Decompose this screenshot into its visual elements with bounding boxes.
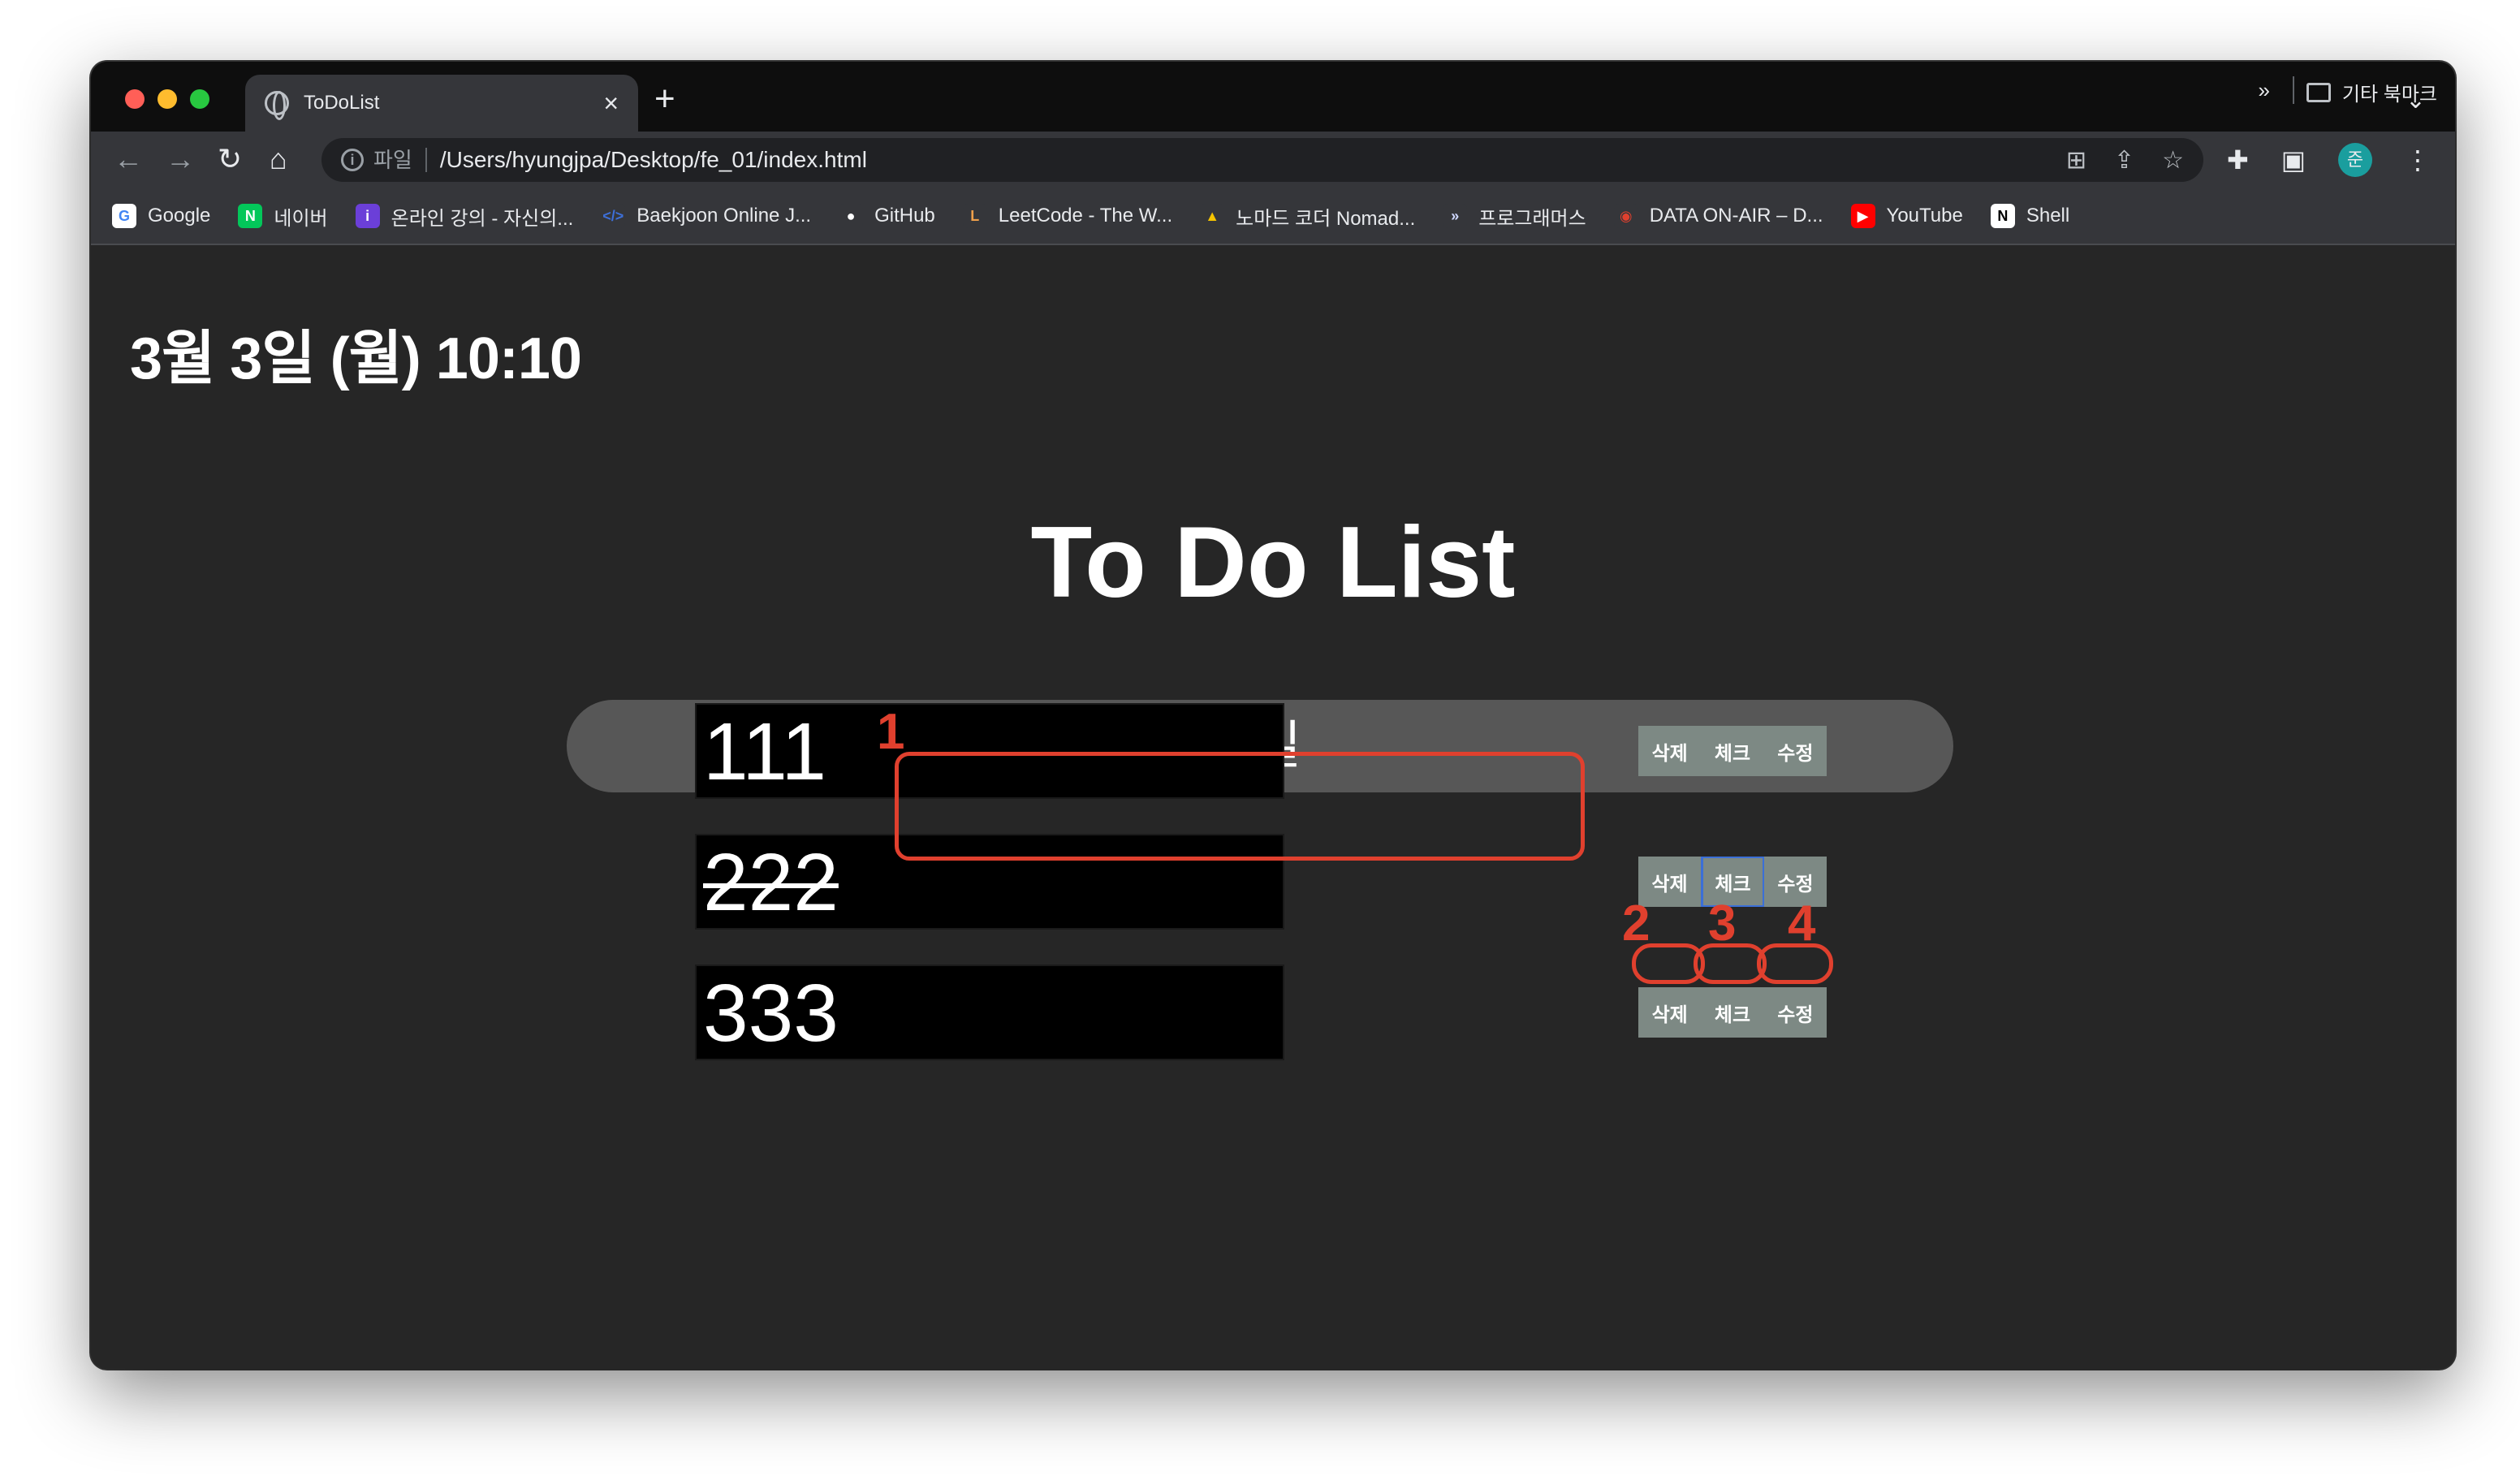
bookmark-favicon-icon: L bbox=[962, 204, 987, 228]
todo-item: 333 bbox=[695, 965, 1284, 1060]
bookmark-favicon-icon: G bbox=[112, 204, 136, 228]
bookmark-label: 프로그래머스 bbox=[1478, 207, 1586, 230]
forward-arrow-icon[interactable]: → bbox=[166, 143, 195, 175]
page-title: To Do List bbox=[1030, 507, 1516, 619]
globe-icon bbox=[265, 91, 289, 120]
profile-avatar[interactable]: 준 bbox=[2338, 143, 2372, 177]
minimize-window-button[interactable] bbox=[158, 89, 177, 109]
translate-icon[interactable]: ⊞ bbox=[2066, 146, 2086, 175]
close-window-button[interactable] bbox=[125, 89, 145, 109]
other-bookmarks-label: 기타 북마크 bbox=[2341, 84, 2437, 106]
todo-item-text: 222 bbox=[703, 837, 839, 928]
bookmark-label: 네이버 bbox=[274, 207, 328, 230]
bookmark-label: 온라인 강의 - 자신의... bbox=[391, 207, 574, 230]
delete-button[interactable]: 삭제 bbox=[1638, 987, 1701, 1038]
site-info-icon[interactable]: i bbox=[341, 149, 364, 171]
home-icon[interactable]: ⌂ bbox=[270, 143, 287, 175]
bookmark-label: 노마드 코더 Nomad... bbox=[1236, 207, 1416, 230]
browser-window: ToDoList × + ⌄ ← → ↻ ⌂ i 파일 /Users/hyung… bbox=[91, 62, 2455, 1369]
bookmarks-separator bbox=[2293, 76, 2294, 104]
bookmark-favicon-icon: ● bbox=[839, 204, 864, 228]
annotation-number-4: 4 bbox=[1788, 896, 1816, 952]
todo-item-text: 111 bbox=[703, 706, 827, 797]
page-content: 3월 3일 (월) 10:10 To Do List + 111삭제체크수정22… bbox=[91, 245, 2455, 1369]
share-icon[interactable]: ⇪ bbox=[2114, 146, 2134, 175]
bookmark-favicon-icon: </> bbox=[601, 204, 626, 228]
bookmark-item[interactable]: » 프로그래머스 bbox=[1443, 202, 1586, 231]
back-arrow-icon[interactable]: ← bbox=[114, 143, 143, 175]
other-bookmarks-folder[interactable]: 기타 북마크 bbox=[2306, 78, 2437, 106]
delete-button[interactable]: 삭제 bbox=[1638, 726, 1701, 776]
bookmark-favicon-icon: N bbox=[1990, 204, 2015, 228]
bookmark-label: LeetCode - The W... bbox=[998, 205, 1173, 227]
browser-toolbar: ← → ↻ ⌂ i 파일 /Users/hyungjpa/Desktop/fe_… bbox=[91, 132, 2455, 188]
reload-icon[interactable]: ↻ bbox=[218, 143, 242, 175]
annotation-number-3: 3 bbox=[1708, 896, 1737, 952]
bookmark-favicon-icon: ◉ bbox=[1613, 204, 1638, 228]
bookmark-item[interactable]: i 온라인 강의 - 자신의... bbox=[355, 202, 574, 231]
side-panel-icon[interactable]: ▣ bbox=[2281, 144, 2306, 176]
check-button[interactable]: 체크 bbox=[1701, 987, 1763, 1038]
bookmark-star-icon[interactable]: ☆ bbox=[2162, 146, 2184, 175]
annotation-number-2: 2 bbox=[1622, 896, 1651, 952]
window-controls bbox=[125, 89, 209, 109]
bookmark-label: YouTube bbox=[1886, 205, 1963, 227]
bookmark-label: GitHub bbox=[874, 205, 935, 227]
tab-close-icon[interactable]: × bbox=[603, 88, 619, 119]
bookmark-item[interactable]: ▲ 노마드 코더 Nomad... bbox=[1200, 202, 1415, 231]
title-bar: ToDoList × + ⌄ bbox=[91, 62, 2455, 132]
bookmark-label: Google bbox=[148, 205, 211, 227]
bookmark-favicon-icon: i bbox=[355, 204, 380, 228]
tab-todolist[interactable]: ToDoList × bbox=[245, 75, 638, 132]
bookmark-favicon-icon: ▲ bbox=[1200, 204, 1225, 228]
todo-actions: 삭제 체크 수정 bbox=[1638, 987, 1827, 1038]
bookmarks-overflow-button[interactable]: » bbox=[2259, 78, 2270, 103]
more-menu-icon[interactable]: ⋮ bbox=[2405, 144, 2431, 176]
bookmark-item[interactable]: N Shell bbox=[1990, 204, 2070, 228]
toolbar-right: ✚ ▣ 준 ⋮ bbox=[2227, 143, 2431, 177]
bookmark-favicon-icon: N bbox=[238, 204, 263, 228]
new-tab-button[interactable]: + bbox=[654, 81, 675, 117]
edit-button[interactable]: 수정 bbox=[1764, 726, 1827, 776]
address-bar[interactable]: i 파일 /Users/hyungjpa/Desktop/fe_01/index… bbox=[321, 138, 2203, 182]
check-button[interactable]: 체크 bbox=[1701, 726, 1763, 776]
bookmark-item[interactable]: N 네이버 bbox=[238, 202, 328, 231]
annotation-number-1: 1 bbox=[877, 704, 905, 760]
folder-icon bbox=[2306, 82, 2331, 102]
current-datetime: 3월 3일 (월) 10:10 bbox=[130, 326, 582, 391]
url-text[interactable]: /Users/hyungjpa/Desktop/fe_01/index.html bbox=[440, 147, 2039, 173]
extensions-icon[interactable]: ✚ bbox=[2227, 144, 2249, 176]
maximize-window-button[interactable] bbox=[190, 89, 209, 109]
tab-title: ToDoList bbox=[304, 92, 380, 114]
bookmark-item[interactable]: ● GitHub bbox=[839, 204, 935, 228]
bookmark-item[interactable]: ▶ YouTube bbox=[1850, 204, 1963, 228]
bookmark-item[interactable]: </> Baekjoon Online J... bbox=[601, 204, 811, 228]
bookmark-item[interactable]: G Google bbox=[112, 204, 210, 228]
bookmarks-bar: G Google N 네이버 i 온라인 강의 - 자신의... </> Baekjoon O… bbox=[91, 188, 2455, 245]
bookmark-label: Baekjoon Online J... bbox=[636, 205, 812, 227]
url-scheme-label: 파일 bbox=[373, 148, 427, 172]
todo-item-text: 333 bbox=[703, 968, 839, 1059]
bookmark-label: DATA ON-AIR – D... bbox=[1649, 205, 1823, 227]
bookmark-favicon-icon: » bbox=[1443, 204, 1468, 228]
todo-actions: 삭제 체크 수정 bbox=[1638, 726, 1827, 776]
edit-button[interactable]: 수정 bbox=[1764, 987, 1827, 1038]
annotation-box-input bbox=[895, 752, 1585, 861]
bookmark-label: Shell bbox=[2026, 205, 2070, 227]
bookmark-favicon-icon: ▶ bbox=[1850, 204, 1875, 228]
bookmark-item[interactable]: L LeetCode - The W... bbox=[962, 204, 1173, 228]
bookmark-item[interactable]: ◉ DATA ON-AIR – D... bbox=[1613, 204, 1823, 228]
